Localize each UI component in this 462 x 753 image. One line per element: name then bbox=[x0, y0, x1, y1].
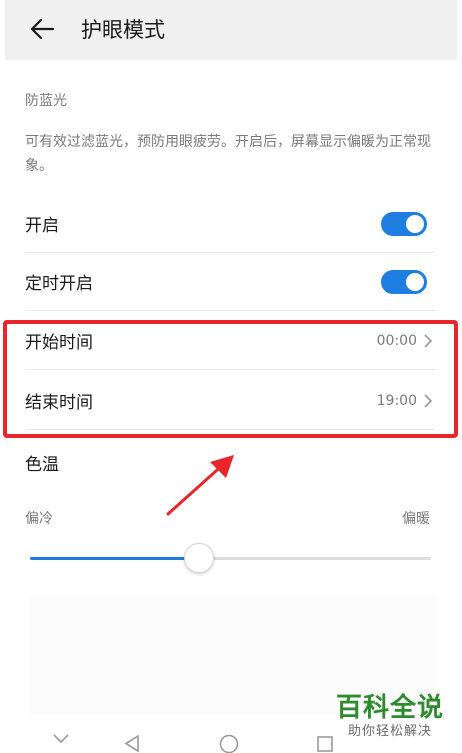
row-schedule[interactable]: 定时开启 bbox=[25, 253, 435, 311]
triangle-back-icon[interactable] bbox=[123, 734, 141, 753]
circle-home-icon[interactable] bbox=[218, 733, 240, 753]
section-label-blue-light: 防蓝光 bbox=[25, 93, 67, 109]
back-button[interactable] bbox=[27, 14, 57, 44]
cool-label: 偏冷 bbox=[25, 511, 53, 527]
enable-toggle[interactable] bbox=[381, 211, 427, 236]
top-app-bar: 护眼模式 bbox=[5, 0, 457, 60]
square-recent-icon[interactable] bbox=[316, 735, 334, 753]
annotation-arrow-icon bbox=[166, 455, 234, 516]
highlight-box bbox=[3, 320, 458, 438]
schedule-toggle[interactable] bbox=[381, 269, 427, 294]
slider-thumb[interactable] bbox=[184, 543, 215, 573]
warm-label: 偏暖 bbox=[402, 511, 430, 527]
arrow-left-icon bbox=[30, 18, 55, 40]
row-schedule-label: 定时开启 bbox=[25, 274, 93, 294]
color-temperature-slider[interactable] bbox=[30, 543, 431, 573]
color-temperature-label: 色温 bbox=[25, 455, 59, 475]
slider-fill bbox=[30, 557, 199, 560]
toggle-knob bbox=[406, 272, 424, 291]
row-enable[interactable]: 开启 bbox=[25, 195, 435, 253]
chevron-down-icon[interactable] bbox=[52, 733, 70, 745]
toggle-knob bbox=[406, 214, 424, 233]
system-nav-bar bbox=[0, 725, 462, 753]
blue-light-description: 可有效过滤蓝光，预防用眼疲劳。开启后，屏幕显示偏暖为正常现象。 bbox=[25, 134, 431, 174]
page-title: 护眼模式 bbox=[81, 18, 165, 42]
row-enable-label: 开启 bbox=[25, 216, 59, 236]
watermark-main: 百科全说 bbox=[336, 693, 445, 723]
